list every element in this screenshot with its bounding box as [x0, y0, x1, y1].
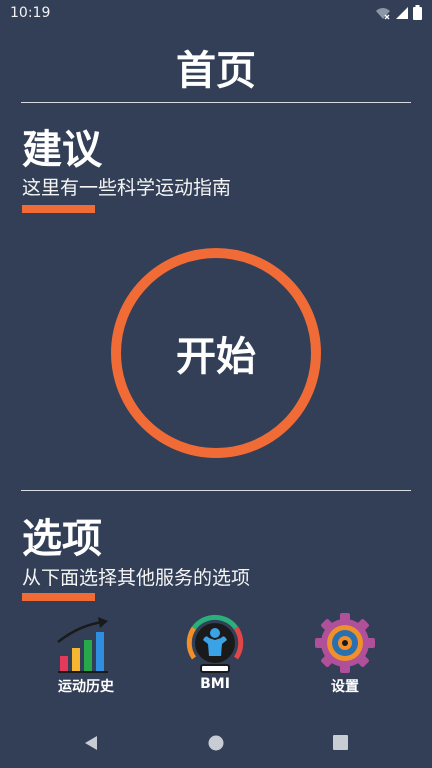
- option-label: 设置: [331, 679, 359, 695]
- start-button[interactable]: 开始: [111, 248, 321, 458]
- status-time: 10:19: [10, 5, 51, 21]
- option-exercise-history[interactable]: 运动历史: [31, 612, 141, 696]
- bmi-gauge-icon: [160, 612, 270, 674]
- header-divider: [21, 102, 411, 103]
- option-label: 运动历史: [58, 679, 114, 695]
- status-icons: [375, 5, 422, 24]
- gear-icon: [290, 612, 400, 674]
- options-divider: [21, 490, 411, 491]
- advice-subtitle: 这里有一些科学运动指南: [22, 177, 232, 199]
- home-icon[interactable]: [208, 735, 224, 755]
- navigation-bar: [0, 718, 432, 768]
- signal-icon: [395, 5, 409, 24]
- back-icon[interactable]: [83, 735, 99, 755]
- option-label: BMI: [200, 676, 230, 692]
- option-bmi[interactable]: BMI: [160, 612, 270, 692]
- advice-title: 建议: [22, 127, 102, 173]
- start-label: 开始: [176, 334, 256, 380]
- options-accent-bar: [22, 593, 95, 601]
- option-settings[interactable]: 设置: [290, 612, 400, 696]
- recents-icon[interactable]: [333, 735, 348, 754]
- advice-accent-bar: [22, 205, 95, 213]
- options-subtitle: 从下面选择其他服务的选项: [22, 567, 251, 589]
- bar-chart-growth-icon: [31, 612, 141, 674]
- page-title: 首页: [176, 48, 256, 94]
- battery-icon: [413, 5, 422, 24]
- status-bar: 10:19: [0, 0, 432, 26]
- wifi-off-icon: [375, 5, 391, 24]
- options-title: 选项: [22, 516, 102, 562]
